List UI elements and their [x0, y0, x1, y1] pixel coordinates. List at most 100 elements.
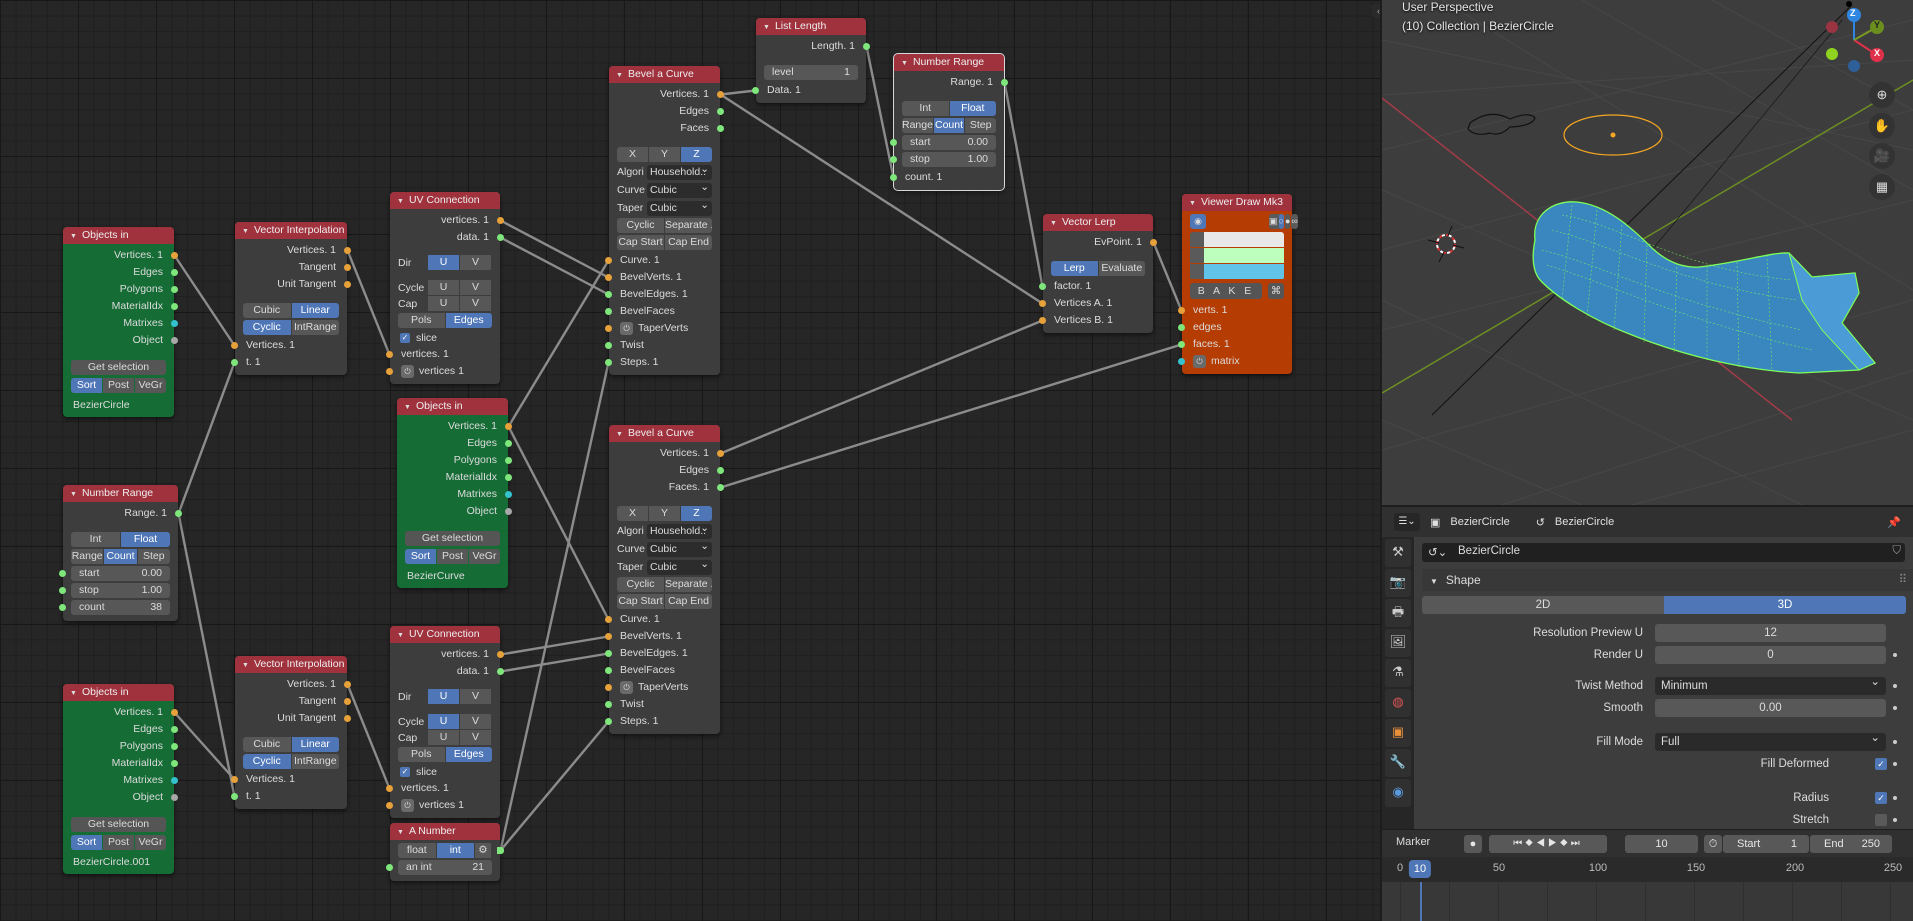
- toggle-post[interactable]: Post: [103, 378, 134, 393]
- socket-d[interactable]: [171, 286, 178, 293]
- node-header[interactable]: ▼ Objects in: [63, 684, 174, 701]
- collapse-triangle-icon[interactable]: ▼: [70, 690, 77, 697]
- world-tab-icon[interactable]: ◍: [1385, 689, 1411, 717]
- socket-v[interactable]: [505, 423, 512, 430]
- socket-d[interactable]: [497, 234, 504, 241]
- grid-ortho-icon[interactable]: ▦: [1869, 174, 1895, 200]
- collapse-triangle-icon[interactable]: ▼: [242, 662, 249, 669]
- gear-icon[interactable]: ⚙: [475, 843, 491, 858]
- collapse-triangle-icon[interactable]: ▼: [1189, 200, 1196, 207]
- node-header[interactable]: ▼ Objects in: [397, 398, 508, 415]
- collapse-triangle-icon[interactable]: ▼: [616, 72, 623, 79]
- node-bevA[interactable]: ▼ Bevel a Curve Vertices. 1 Edges Faces X Y Z Al…: [605, 66, 724, 375]
- socket-d[interactable]: [497, 668, 504, 675]
- socket-v[interactable]: [344, 247, 351, 254]
- socket-d[interactable]: [1178, 341, 1185, 348]
- toggle-cubic[interactable]: Cubic: [243, 737, 291, 752]
- socket-v[interactable]: [386, 368, 393, 375]
- toggle-cyclic[interactable]: Cyclic: [243, 320, 291, 335]
- cycle-u-toggle[interactable]: U: [428, 714, 459, 729]
- current-frame-badge[interactable]: 10: [1408, 860, 1432, 878]
- socket-d[interactable]: [171, 743, 178, 750]
- keyframe-dot[interactable]: [1893, 740, 1897, 744]
- record-button[interactable]: ●: [1464, 835, 1482, 853]
- socket-d[interactable]: [605, 291, 612, 298]
- cube-icon[interactable]: ▣: [1269, 214, 1278, 229]
- socket-m[interactable]: [171, 320, 178, 327]
- 3d-viewport[interactable]: User Perspective (10) Collection | Bezie…: [1382, 0, 1913, 505]
- socket-d[interactable]: [605, 701, 612, 708]
- node-header[interactable]: ▼ Vector Lerp: [1043, 214, 1153, 231]
- socket-v[interactable]: [386, 785, 393, 792]
- collapse-triangle-icon[interactable]: ▼: [901, 60, 908, 67]
- node-header[interactable]: ▼ List Length: [756, 18, 866, 35]
- plug-icon[interactable]: ⏻: [401, 364, 414, 378]
- playback-controls[interactable]: ⏮◆◀▶◆⏭: [1489, 835, 1607, 853]
- circle-ring-icon[interactable]: ○: [1278, 214, 1284, 229]
- object-tab-icon[interactable]: ▣: [1385, 719, 1411, 747]
- modifier-tab-icon[interactable]: 🔧: [1385, 749, 1411, 777]
- pan-hand-icon[interactable]: ✋: [1869, 113, 1895, 139]
- node-header[interactable]: ▼ Vector Interpolation: [235, 656, 347, 673]
- get-selection-button[interactable]: Get selection: [405, 531, 500, 546]
- socket-d[interactable]: [171, 303, 178, 310]
- dimension-3d-button[interactable]: 3D: [1664, 596, 1906, 614]
- socket-v[interactable]: [717, 91, 724, 98]
- physics-tab-icon[interactable]: ◉: [1385, 779, 1411, 807]
- socket-v[interactable]: [171, 709, 178, 716]
- cycle-v-toggle[interactable]: V: [460, 714, 491, 729]
- slice-checkbox[interactable]: ✓ slice: [390, 764, 500, 780]
- node-editor[interactable]: ‹› ▼ Objects in Vertices. 1 Edges Polygons Ma…: [0, 0, 1380, 921]
- fill-mode-dropdown[interactable]: Full: [1655, 729, 1886, 751]
- node-header[interactable]: ▼ Vector Interpolation: [235, 222, 347, 239]
- dimension-2d-button[interactable]: 2D: [1422, 596, 1664, 614]
- start-frame-field[interactable]: Start 1: [1723, 835, 1809, 853]
- editor-type-icon[interactable]: ☰⌄: [1394, 513, 1420, 531]
- face-color-swatch[interactable]: [1204, 264, 1284, 279]
- cap-u-toggle[interactable]: U: [428, 296, 459, 311]
- socket-d[interactable]: [890, 139, 897, 146]
- socket-v[interactable]: [605, 257, 612, 264]
- stop-field[interactable]: stop 1.00: [890, 152, 996, 167]
- toggle-x[interactable]: X: [617, 147, 648, 162]
- edge-color-swatch[interactable]: [1204, 248, 1284, 263]
- toggle-intrange[interactable]: IntRange: [291, 320, 339, 335]
- breadcrumb-data[interactable]: BezierCircle: [1555, 516, 1614, 528]
- level-field[interactable]: level 1: [764, 65, 858, 80]
- count-field[interactable]: count 38: [59, 600, 170, 615]
- toggle-z[interactable]: Z: [681, 147, 712, 162]
- socket-v[interactable]: [1039, 300, 1046, 307]
- toggle-edges[interactable]: Edges: [445, 747, 492, 762]
- keyframe-dot[interactable]: [1893, 684, 1897, 688]
- socket-v[interactable]: [386, 351, 393, 358]
- select-dropdown[interactable]: Household..: [647, 164, 712, 180]
- drag-handle-icon[interactable]: ⠿: [1899, 569, 1907, 591]
- get-selection-button[interactable]: Get selection: [71, 817, 166, 832]
- socket-d[interactable]: [605, 308, 612, 315]
- select-dropdown[interactable]: Cubic: [647, 559, 712, 575]
- node-viA[interactable]: ▼ Vector Interpolation Vertices. 1 Tangent U…: [231, 222, 351, 375]
- playhead[interactable]: [1420, 882, 1422, 921]
- toggle-step[interactable]: Step: [137, 549, 170, 564]
- zoom-icon[interactable]: ⊕: [1869, 82, 1895, 108]
- pin-icon[interactable]: 📌: [1887, 516, 1901, 529]
- camera-icon[interactable]: 🎥: [1869, 143, 1895, 169]
- an-int-field[interactable]: an int 21: [386, 860, 492, 875]
- fake-user-shield-icon[interactable]: ⛉: [1892, 545, 1901, 558]
- toggle-sort[interactable]: Sort: [71, 378, 102, 393]
- node-uvA[interactable]: ▼ UV Connection vertices. 1 data. 1 Dir U V Cyc…: [386, 192, 504, 384]
- socket-d[interactable]: [1001, 79, 1008, 86]
- node-header[interactable]: ▼ Viewer Draw Mk3: [1182, 194, 1292, 211]
- socket-v[interactable]: [605, 633, 612, 640]
- node-viewer[interactable]: ▼ Viewer Draw Mk3 ◉ ▣ ○ ● ∞ B A K E ⌘ verts. 1 edg…: [1178, 194, 1298, 374]
- toggle-int[interactable]: Int: [902, 101, 949, 116]
- keyframe-dot[interactable]: [1893, 653, 1897, 657]
- node-viB[interactable]: ▼ Vector Interpolation Vertices. 1 Tangent U…: [231, 656, 351, 809]
- collapse-triangle-icon[interactable]: ▼: [397, 829, 404, 836]
- socket-d[interactable]: [717, 108, 724, 115]
- socket-d[interactable]: [605, 650, 612, 657]
- toggle-separate-[interactable]: Separate ..: [665, 577, 712, 592]
- frame-icon[interactable]: ⌘: [1268, 283, 1284, 299]
- toggle-pols[interactable]: Pols: [398, 747, 445, 762]
- dir-v-toggle[interactable]: V: [460, 255, 491, 270]
